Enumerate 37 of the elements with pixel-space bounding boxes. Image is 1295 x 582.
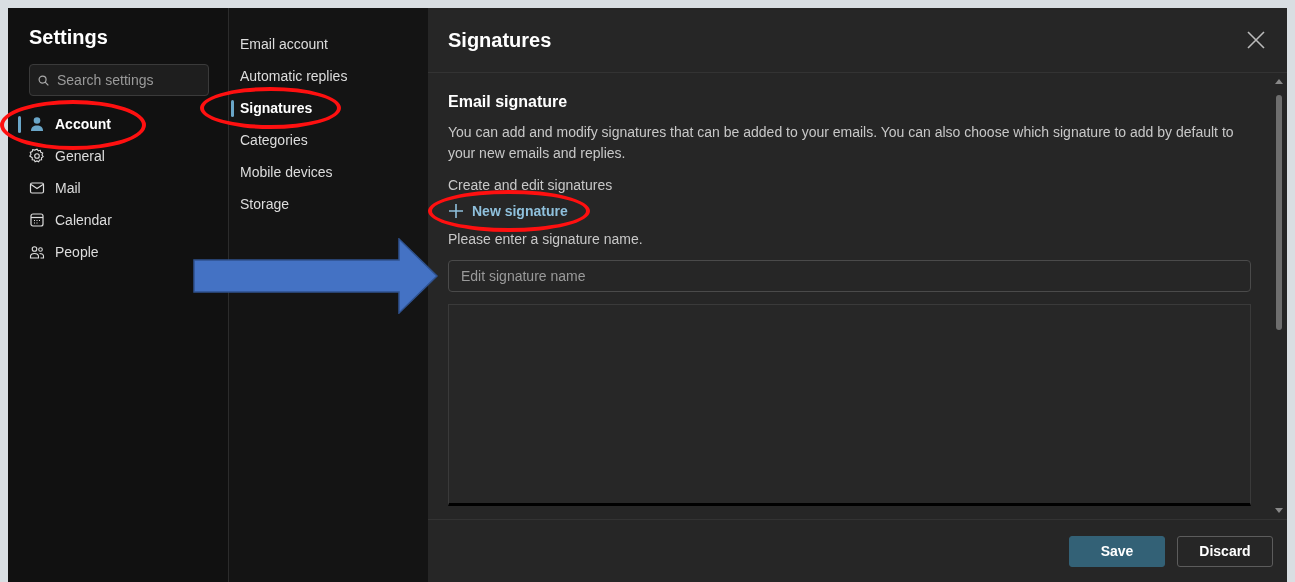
sidebar-label: Calendar	[55, 212, 112, 228]
new-signature-button[interactable]: New signature	[448, 203, 568, 219]
save-button[interactable]: Save	[1069, 535, 1165, 567]
subnav-item[interactable]: Signatures	[229, 92, 428, 124]
subnav-item[interactable]: Automatic replies	[229, 60, 428, 92]
scroll-up-icon[interactable]	[1275, 79, 1283, 84]
scroll-down-icon[interactable]	[1275, 508, 1283, 513]
subnav-item[interactable]: Mobile devices	[229, 156, 428, 188]
description-text: You can add and modify signatures that can be added to your emails. You can also choose which signature to add by default to your new emails and replies.	[448, 123, 1235, 163]
close-icon[interactable]	[1247, 31, 1265, 49]
gear-icon	[29, 148, 45, 164]
discard-button[interactable]: Discard	[1177, 535, 1273, 567]
sidebar-item[interactable]: People	[8, 236, 228, 268]
sidebar-item[interactable]: Mail	[8, 172, 228, 204]
sidebar-label: Mail	[55, 180, 81, 196]
signature-name-field[interactable]: Edit signature name	[448, 260, 1251, 292]
subnav-item[interactable]: Storage	[229, 188, 428, 220]
sidebar-label: Account	[55, 116, 111, 132]
settings-title: Settings	[29, 26, 109, 49]
subnav-item[interactable]: Categories	[229, 124, 428, 156]
hint-text: Please enter a signature name.	[448, 231, 644, 247]
subnav-item[interactable]: Email account	[229, 28, 428, 60]
plus-icon	[448, 203, 464, 219]
search-field[interactable]: Search settings	[29, 64, 209, 96]
calendar-icon	[29, 212, 45, 228]
section-title: Email signature	[448, 93, 569, 111]
panel-title: Signatures	[448, 28, 552, 52]
sidebar-item[interactable]: Account	[8, 108, 228, 140]
sidebar-label: People	[55, 244, 99, 260]
create-label: Create and edit signatures	[448, 177, 614, 193]
people-icon	[29, 244, 45, 260]
person-icon	[29, 116, 45, 132]
sidebar-item[interactable]: General	[8, 140, 228, 172]
mail-icon	[29, 180, 45, 196]
sidebar-item[interactable]: Calendar	[8, 204, 228, 236]
search-icon	[38, 75, 49, 86]
sidebar-label: General	[55, 148, 105, 164]
